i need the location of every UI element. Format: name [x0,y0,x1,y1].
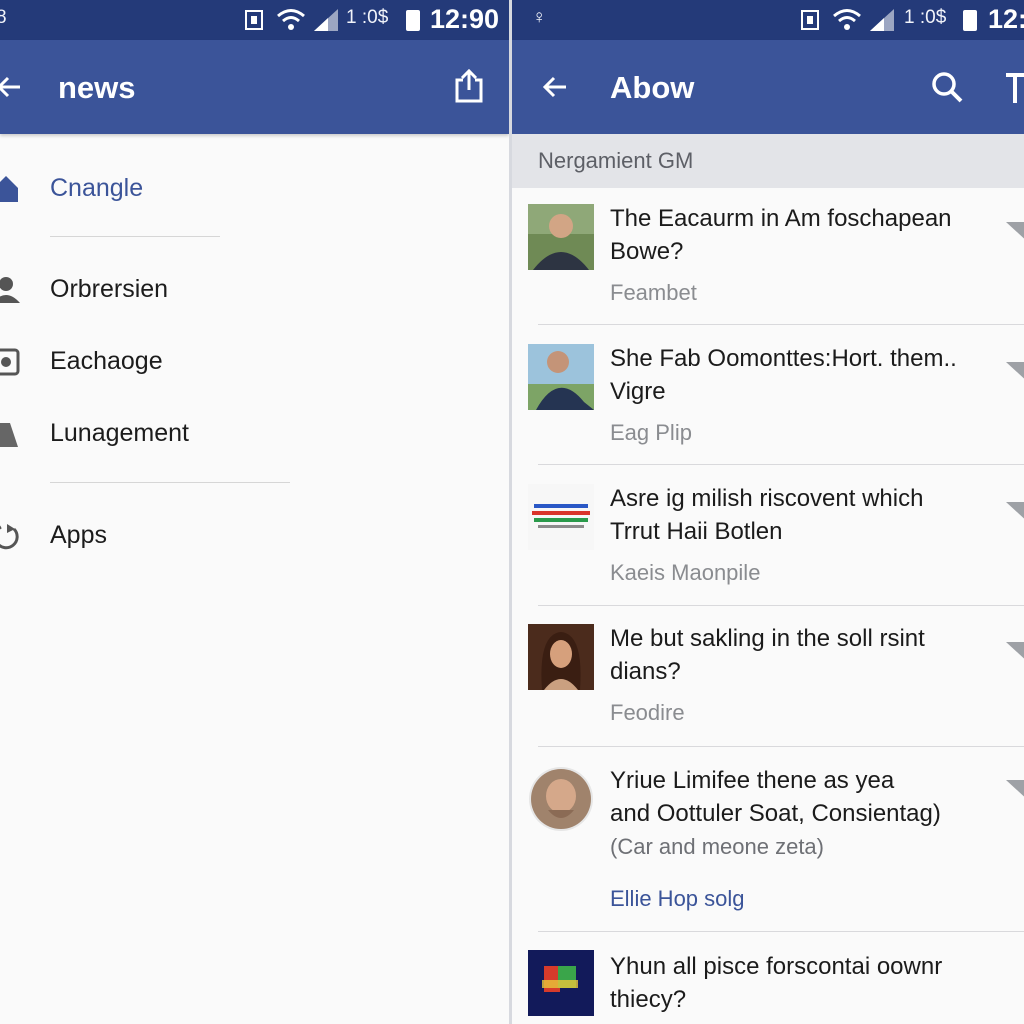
signal-icon [314,9,338,31]
post-title-line2: dians? [610,658,681,685]
post-meta: Feambet [610,280,697,305]
post-title-line1: Yhun all pisce forscontai oownr [610,953,943,980]
thumbnail-image [528,624,594,690]
menu-item-label: Eachaoge [50,347,163,375]
list-item[interactable]: The Eacaurm in Am foschapean Bowe? Feamb… [512,202,1024,324]
post-meta: Feodire [610,700,685,725]
thumbnail-logo [528,950,594,1016]
tag-icon [0,423,18,447]
person-icon [0,277,20,303]
signal-icon [870,9,894,31]
apps-icon [0,524,19,550]
row-divider [538,746,1024,747]
menu-item-lunagement[interactable]: Lunagement [0,405,400,465]
list-item[interactable]: Me but sakling in the soll rsint dians? … [512,622,1024,744]
drawer-screen: 8 1 :0$ 12:90 news Cnangle Orbrersien Ea… [0,0,509,1024]
clock: 12:90 [430,4,500,34]
list-item[interactable]: Yriue Limifee thene as yea and Oottuler … [512,762,1024,930]
menu-item-cnangle[interactable]: Cnangle [0,160,400,220]
post-title-line2: and Oottuler Soat, Consientag) [610,800,941,827]
post-title-line1: She Fab Oomonttes:Hort. them.. [610,345,957,372]
post-title-line2: thiecy? [610,986,687,1013]
status-left-glyph: ♀ [532,7,547,28]
overflow-icon[interactable] [1004,500,1024,524]
vibrate-icon [245,10,263,30]
app-bar-title: news [58,70,136,105]
section-subheader: Nergamient GM [512,134,1024,188]
menu-item-eachaoge[interactable]: Eachaoge [0,333,400,393]
battery-text: 1 :0$ [346,7,389,28]
feed-screen: ♀ 1 :0$ 12: Abow Nergamient GM The Eacau… [512,0,1024,1024]
battery-icon [406,10,420,31]
menu-divider [50,236,220,237]
battery-text: 1 :0$ [904,7,947,28]
post-title-line2: Vigre [610,378,666,405]
post-title-line1: Asre ig milish riscovent which [610,485,924,512]
share-icon[interactable] [453,68,485,104]
arrow-left-icon[interactable] [0,72,24,102]
wifi-icon [277,9,305,30]
thumbnail-logo [528,484,594,550]
subheader-text: Nergamient GM [538,148,694,173]
menu-item-label: Lunagement [50,419,190,447]
vibrate-icon [801,10,819,30]
avatar [529,767,593,831]
status-bar: 8 1 :0$ 12:90 [0,0,509,40]
list-item[interactable]: Yhun all pisce forscontai oownr thiecy? [512,948,1024,1024]
row-divider [538,931,1024,932]
app-bar: Abow [512,40,1024,134]
overflow-icon[interactable] [1004,220,1024,244]
post-title-line1: The Eacaurm in Am foschapean [610,205,952,232]
post-title-line2: Bowe? [610,238,684,265]
list-item[interactable]: She Fab Oomonttes:Hort. them.. Vigre Eag… [512,342,1024,464]
status-left-glyph: 8 [0,7,7,28]
app-bar-title: Abow [610,70,695,105]
wifi-icon [833,9,861,30]
menu-item-label: Cnangle [50,174,144,202]
menu-item-apps[interactable]: Apps [0,507,400,567]
thumbnail-image [528,344,594,410]
post-title-line2: Trrut Haii Botlen [610,518,783,545]
more-icon[interactable] [1006,72,1024,104]
overflow-icon[interactable] [1004,778,1024,802]
row-divider [538,464,1024,465]
overflow-icon[interactable] [1004,360,1024,384]
menu-divider [50,482,290,483]
menu-item-label: Apps [50,521,107,549]
status-bar: ♀ 1 :0$ 12: [512,0,1024,40]
row-divider [538,605,1024,606]
clock: 12: [988,4,1024,34]
menu-item-orbrersien[interactable]: Orbrersien [0,261,400,321]
post-subtitle: (Car and meone zeta) [610,834,824,859]
camera-icon [0,348,20,376]
post-title-line1: Me but sakling in the soll rsint [610,625,925,652]
post-meta: Eag Plip [610,420,692,445]
post-title-line1: Yriue Limifee thene as yea [610,767,895,794]
battery-icon [963,10,977,31]
thumbnail-image [528,204,594,270]
menu-item-label: Orbrersien [50,275,169,303]
list-item[interactable]: Asre ig milish riscovent which Trrut Hai… [512,482,1024,604]
post-meta: Kaeis Maonpile [610,560,761,585]
row-divider [538,324,1024,325]
app-bar: news [0,40,509,134]
post-author-link[interactable]: Ellie Hop solg [610,886,745,912]
search-icon[interactable] [930,70,964,104]
overflow-icon[interactable] [1004,640,1024,664]
home-icon [0,176,18,202]
arrow-left-icon[interactable] [540,72,570,102]
